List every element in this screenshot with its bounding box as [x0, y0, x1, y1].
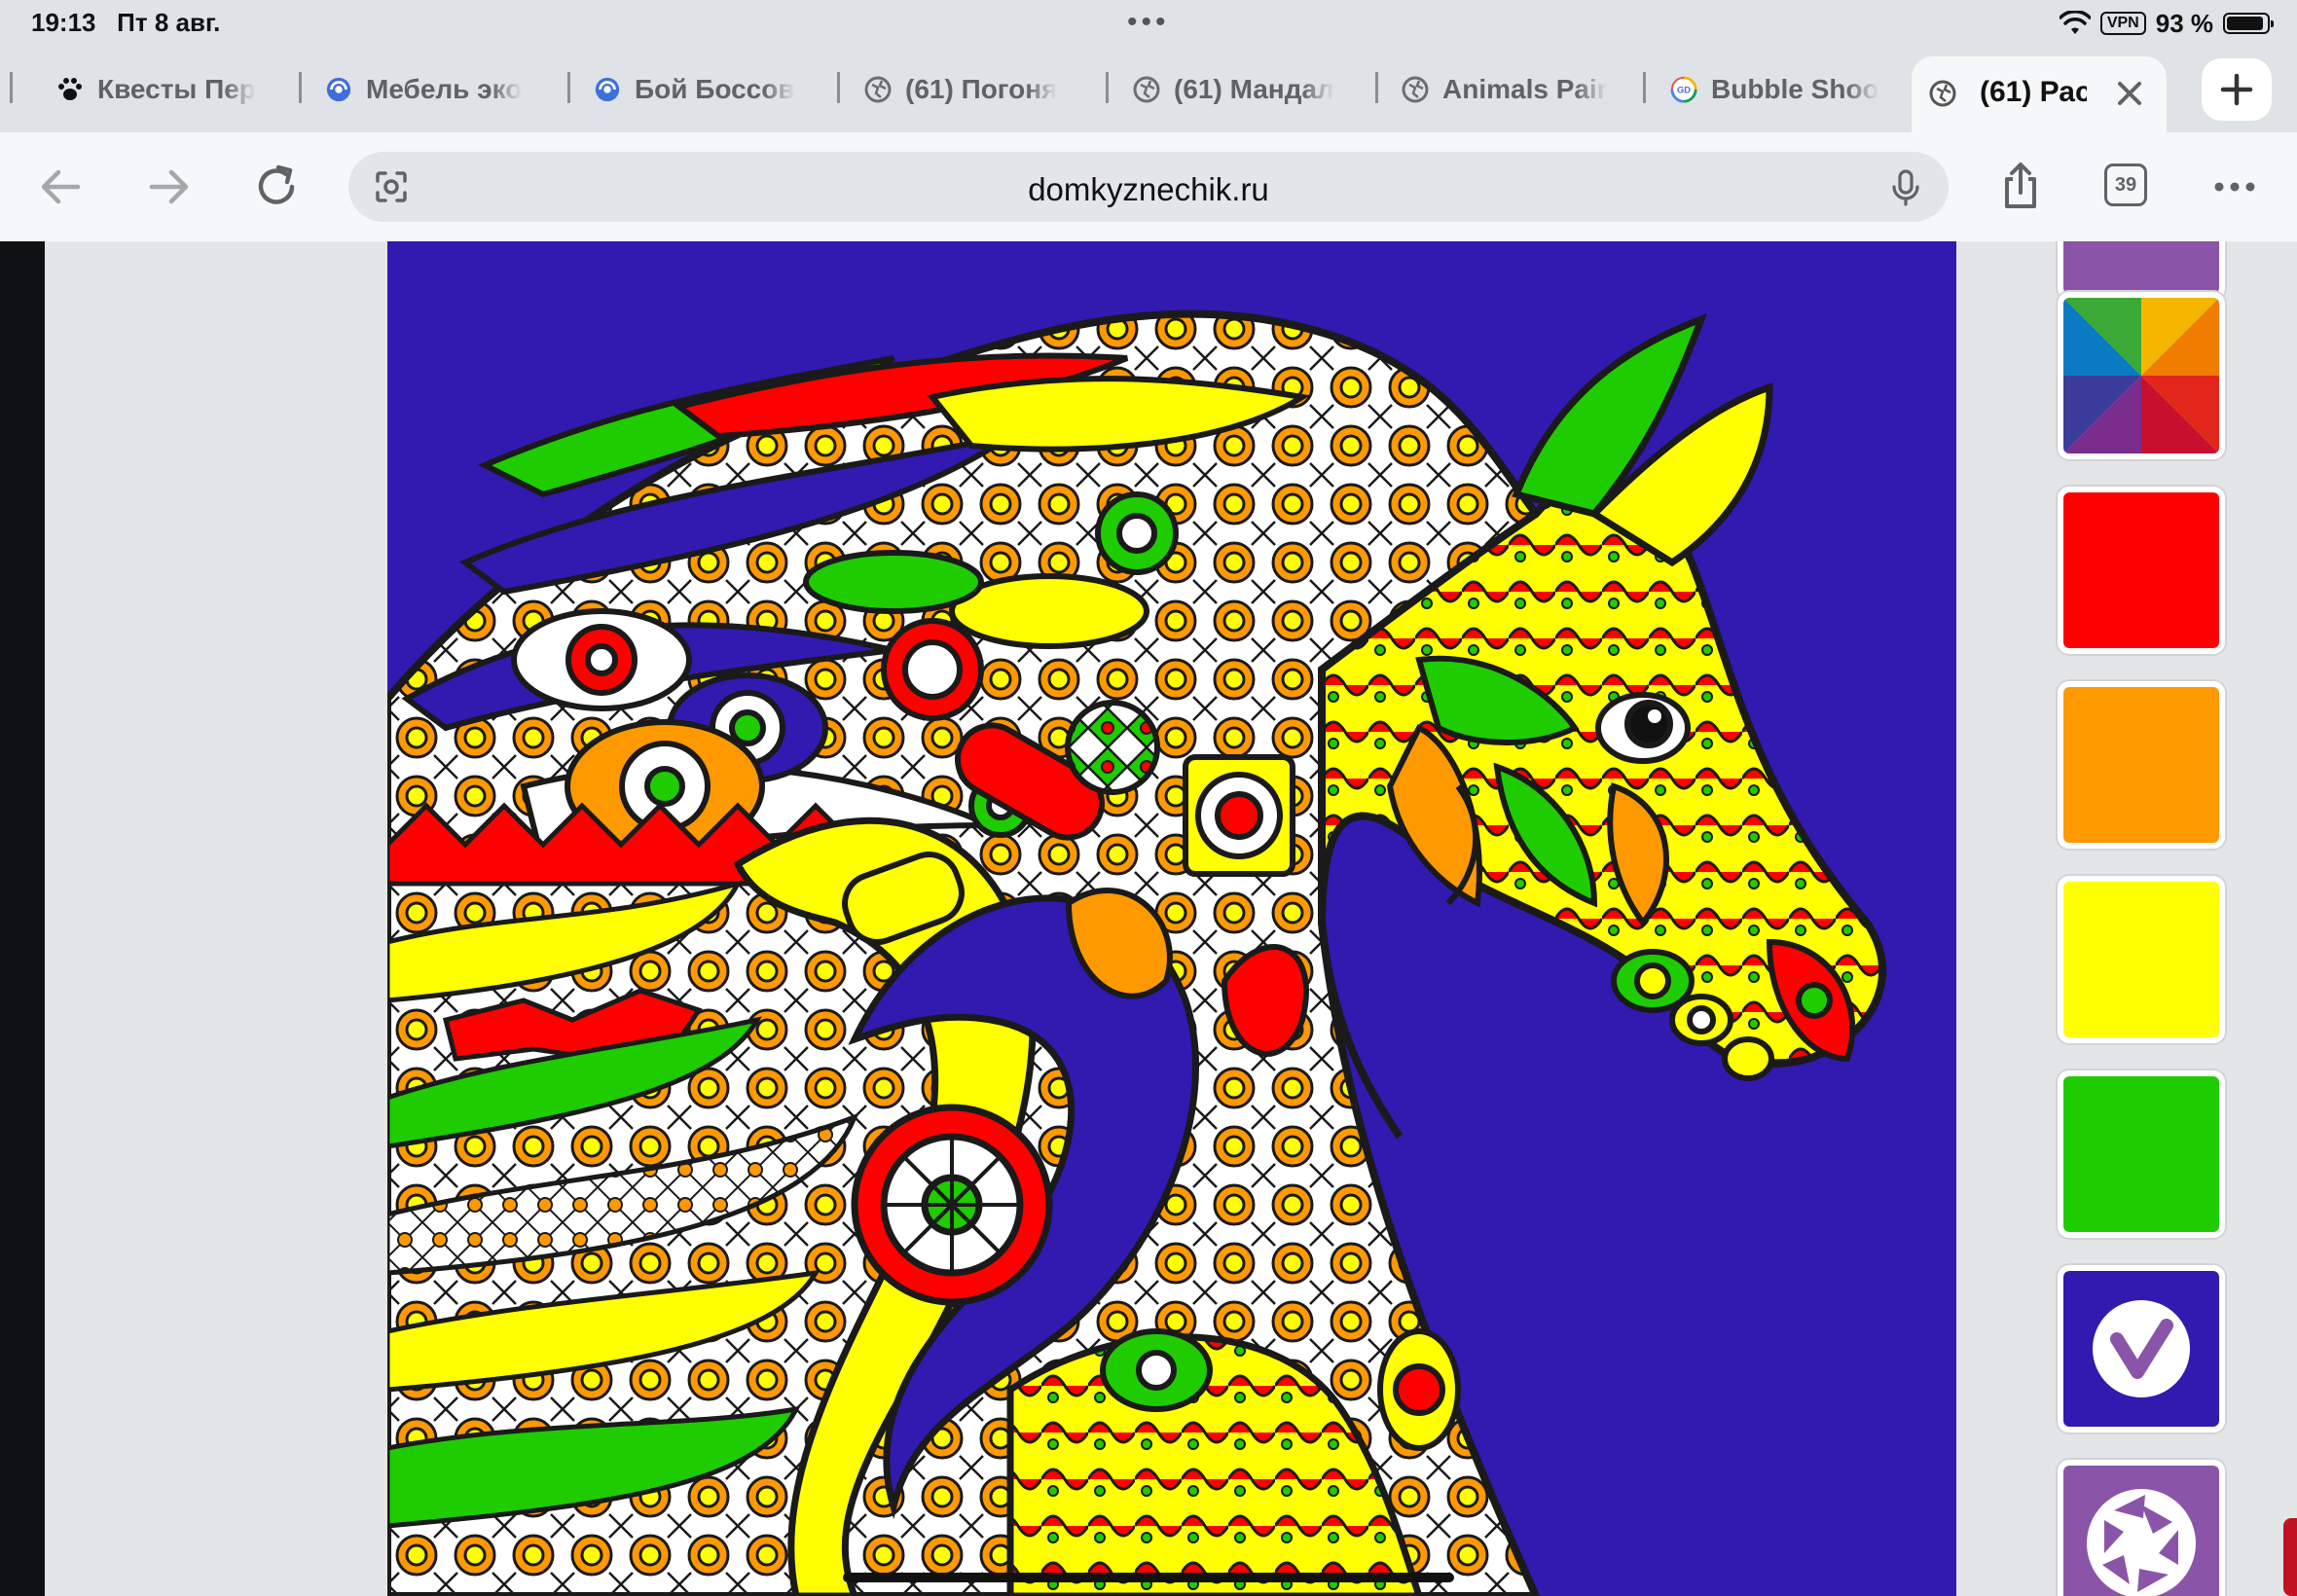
status-bar: 19:13 Пт 8 авг. ••• VPN 93 %: [0, 0, 2297, 47]
tab-2[interactable]: Бой Боссов: [594, 68, 814, 111]
tab-title: Animals Pair: [1442, 74, 1608, 104]
tab-0[interactable]: Квесты Пер: [56, 68, 273, 111]
color-swatch-blue-selected[interactable]: [2058, 1265, 2225, 1433]
home-indicator[interactable]: [843, 1573, 1454, 1582]
globe-icon: [864, 76, 892, 103]
tab-separator: [1643, 72, 1646, 103]
browser-toolbar: domkyznechik.ru 39: [0, 132, 2297, 242]
tab-title: Квесты Пер: [97, 74, 256, 104]
tab-active[interactable]: (61) Рас: [1912, 56, 2167, 134]
color-swatch-orange[interactable]: [2058, 681, 2225, 849]
tab-strip: Квесты Пер Мебель эко Бой Боссов (61) По…: [0, 47, 2297, 134]
gd-icon: GD: [1670, 76, 1697, 103]
plus-icon: [2220, 73, 2253, 106]
tab-separator: [567, 72, 570, 103]
status-time: 19:13 Пт 8 авг.: [31, 8, 221, 37]
microphone-icon[interactable]: [1884, 165, 1927, 208]
tab-switcher-button[interactable]: 39: [2104, 163, 2147, 206]
battery-percent: 93 %: [2155, 8, 2213, 38]
new-tab-button[interactable]: [2202, 58, 2272, 121]
color-palette: [1956, 241, 2297, 1596]
multitasking-dots-icon[interactable]: •••: [1127, 6, 1170, 39]
battery-icon: [2223, 13, 2274, 34]
share-icon[interactable]: [1993, 160, 2048, 214]
vpn-badge: VPN: [2099, 12, 2146, 35]
svg-text:GD: GD: [1677, 86, 1691, 95]
forward-icon[interactable]: [142, 160, 197, 214]
tab-separator: [299, 72, 302, 103]
tab-1[interactable]: Мебель эко: [325, 68, 547, 111]
checkmark-icon: [2093, 1300, 2190, 1397]
globe-blue-icon: [325, 76, 352, 103]
reload-icon[interactable]: [249, 160, 304, 214]
coloring-horse-image[interactable]: [387, 241, 1956, 1596]
wifi-icon: [2059, 11, 2091, 34]
left-panel: [45, 241, 387, 1596]
tab-separator: [1106, 72, 1109, 103]
camera-aperture-icon[interactable]: [2058, 1460, 2225, 1596]
globe-icon: [1402, 76, 1429, 103]
paw-icon: [56, 76, 84, 103]
coloring-canvas[interactable]: [387, 241, 1956, 1596]
color-swatch-purple-top[interactable]: [2058, 241, 2225, 300]
globe-icon: [1929, 80, 1956, 107]
tab-title: (61) Мандал: [1174, 74, 1334, 104]
back-icon[interactable]: [33, 160, 88, 214]
color-swatch-green[interactable]: [2058, 1070, 2225, 1238]
more-menu-icon[interactable]: [2207, 160, 2262, 214]
tab-3[interactable]: (61) Погоня: [864, 68, 1084, 111]
color-swatch-yellow[interactable]: [2058, 876, 2225, 1043]
active-tab-title: (61) Рас: [1980, 76, 2087, 108]
tab-5[interactable]: Animals Pair: [1402, 68, 1622, 111]
tab-4[interactable]: (61) Мандал: [1133, 68, 1353, 111]
side-tab-handle[interactable]: [2283, 1518, 2297, 1596]
tab-title: (61) Погоня: [905, 74, 1058, 104]
tab-title: Мебель эко: [366, 74, 523, 104]
tab-title: Bubble Shoo: [1711, 74, 1879, 104]
tab-separator: [10, 72, 13, 103]
status-date: Пт 8 авг.: [117, 8, 221, 37]
address-bar[interactable]: domkyznechik.ru: [348, 152, 1949, 222]
globe-blue-icon: [594, 76, 621, 103]
url-text: domkyznechik.ru: [1028, 171, 1269, 207]
tab-separator: [1375, 72, 1378, 103]
tab-title: Бой Боссов: [635, 74, 795, 104]
close-tab-icon[interactable]: [2110, 74, 2149, 113]
globe-icon: [1133, 76, 1160, 103]
tab-6[interactable]: GD Bubble Shoo: [1670, 68, 1888, 111]
color-wheel-icon[interactable]: [2058, 292, 2225, 459]
color-swatch-red[interactable]: [2058, 487, 2225, 654]
web-page: [0, 241, 2297, 1596]
tab-separator: [837, 72, 840, 103]
